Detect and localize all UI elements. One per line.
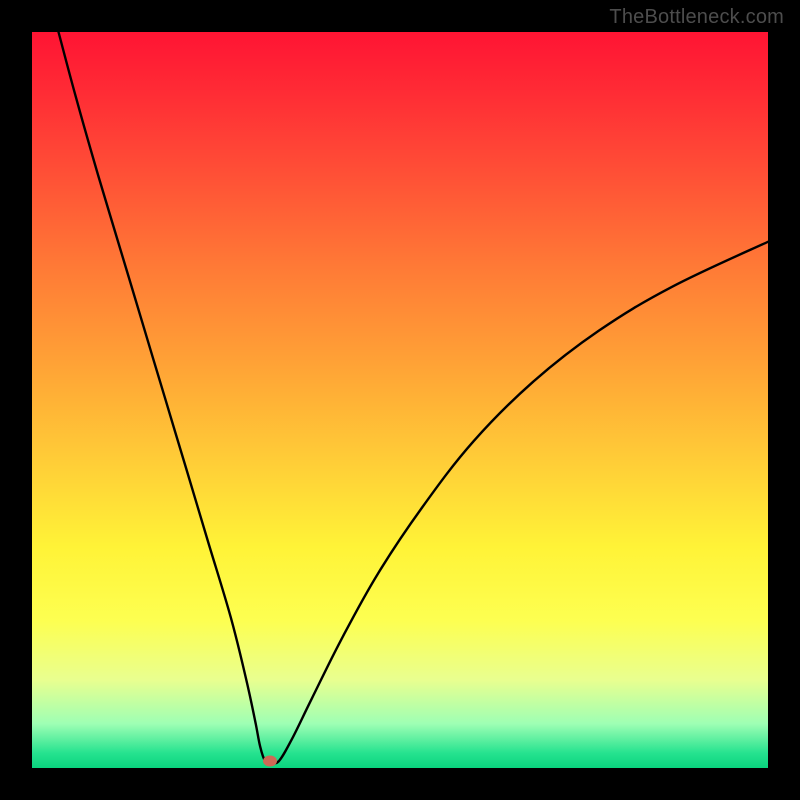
optimal-point-marker (263, 756, 277, 767)
watermark-text: TheBottleneck.com (609, 6, 784, 29)
chart-plot-area (32, 32, 768, 768)
chart-frame: TheBottleneck.com (0, 0, 800, 800)
bottleneck-curve (32, 32, 768, 768)
